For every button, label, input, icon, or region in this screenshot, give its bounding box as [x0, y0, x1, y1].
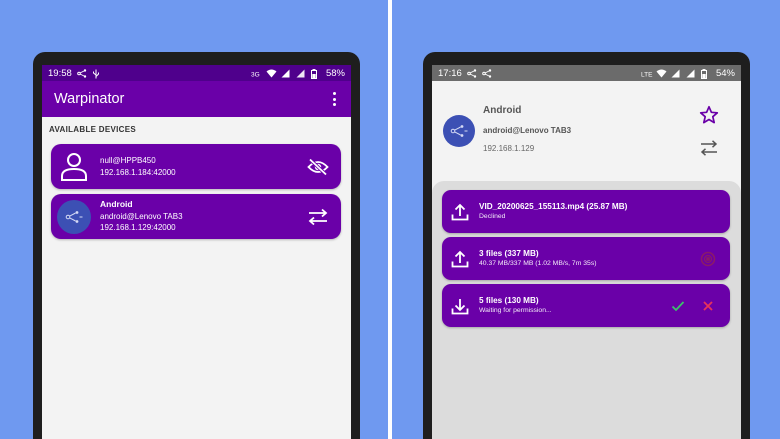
transfers-screen: 17:16 LTE 54% Android android@Lenovo TAB… — [432, 65, 741, 439]
download-icon — [448, 294, 472, 318]
available-devices-heading: AVAILABLE DEVICES — [49, 125, 137, 134]
battery-level: 58% — [325, 67, 345, 79]
device-address: 192.168.1.184:42000 — [100, 167, 176, 177]
device-card-android[interactable]: Android android@Lenovo TAB3 192.168.1.12… — [51, 194, 341, 239]
person-icon — [57, 150, 91, 184]
right-screenshot-panel: 17:16 LTE 54% Android android@Lenovo TAB… — [392, 0, 780, 439]
status-bar: 17:16 LTE 54% — [432, 65, 741, 81]
battery-icon — [700, 68, 711, 79]
signal-icon — [671, 69, 681, 78]
share-notification-2-icon — [481, 68, 492, 78]
android-device-avatar — [57, 199, 91, 234]
decline-close-icon[interactable] — [700, 298, 716, 314]
hidden-eye-icon[interactable] — [301, 150, 335, 184]
battery-level: 54% — [715, 67, 735, 79]
battery-icon — [310, 68, 321, 79]
transfer-title: 3 files (337 MB) — [479, 249, 539, 258]
device-card-hppb450[interactable]: null@HPPB450 192.168.1.184:42000 — [51, 144, 341, 189]
device-name: Android — [100, 199, 133, 210]
app-bar: Warpinator — [42, 81, 351, 117]
overflow-menu-icon[interactable] — [327, 90, 341, 108]
transfer-item-declined[interactable]: VID_20200625_155113.mp4 (25.87 MB) Decli… — [442, 190, 730, 233]
share-notification-icon — [76, 68, 87, 78]
app-title: Warpinator — [54, 91, 125, 107]
usb-icon — [92, 69, 102, 78]
device-address: 192.168.1.129:42000 — [100, 223, 176, 233]
svg-text:LTE: LTE — [641, 71, 653, 78]
share-icon — [450, 125, 468, 137]
status-time: 17:16 — [438, 67, 462, 79]
transfer-arrows-icon[interactable] — [301, 200, 335, 234]
left-screenshot-panel: 19:58 3G 58% Warpinator AVAILABLE DEVICE… — [0, 0, 388, 439]
transfer-title: VID_20200625_155113.mp4 (25.87 MB) — [479, 202, 628, 211]
data-speed-icon: 3G — [251, 69, 261, 78]
stop-transfer-icon[interactable] — [700, 251, 716, 267]
share-icon — [65, 210, 83, 223]
accept-check-icon[interactable] — [670, 298, 686, 314]
data-speed-icon: LTE — [641, 69, 653, 78]
favorite-star-icon[interactable] — [699, 105, 719, 125]
device-detail-header: Android android@Lenovo TAB3 192.168.1.12… — [432, 81, 741, 181]
svg-text:3G: 3G — [251, 71, 260, 78]
device-ip: 192.168.1.129 — [483, 144, 535, 153]
device-host: android@Lenovo TAB3 — [100, 211, 183, 221]
signal-icon — [281, 69, 291, 78]
transfer-title: 5 files (130 MB) — [479, 296, 539, 305]
wifi-icon — [656, 69, 667, 78]
transfer-item-waiting[interactable]: 5 files (130 MB) Waiting for permission.… — [442, 284, 730, 327]
upload-icon — [448, 247, 472, 271]
transfers-list: VID_20200625_155113.mp4 (25.87 MB) Decli… — [432, 181, 741, 439]
transfer-status: Declined — [479, 213, 506, 220]
device-host: android@Lenovo TAB3 — [483, 126, 572, 135]
device-list-screen: 19:58 3G 58% Warpinator AVAILABLE DEVICE… — [42, 65, 351, 439]
signal-2-icon — [686, 69, 696, 78]
android-device-avatar — [443, 115, 475, 147]
device-host: null@HPPB450 — [100, 156, 156, 165]
signal-2-icon — [296, 69, 306, 78]
status-bar: 19:58 3G 58% — [42, 65, 351, 81]
wifi-icon — [266, 69, 277, 78]
share-notification-icon — [466, 68, 477, 78]
transfer-item-in-progress[interactable]: 3 files (337 MB) 40.37 MB/337 MB (1.02 M… — [442, 237, 730, 280]
transfer-status: Waiting for permission... — [479, 307, 552, 314]
status-time: 19:58 — [48, 67, 72, 79]
upload-icon — [448, 200, 472, 224]
transfer-progress: 40.37 MB/337 MB (1.02 MB/s, 7m 35s) — [479, 260, 597, 267]
device-name: Android — [483, 105, 522, 116]
phone-frame: 17:16 LTE 54% Android android@Lenovo TAB… — [423, 52, 750, 439]
phone-frame: 19:58 3G 58% Warpinator AVAILABLE DEVICE… — [33, 52, 360, 439]
transfer-arrows-icon[interactable] — [699, 139, 719, 159]
